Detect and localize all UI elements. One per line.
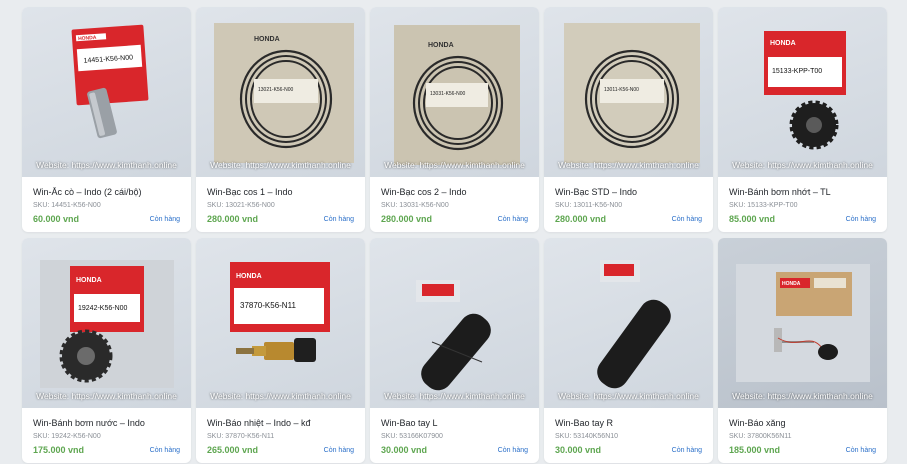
- stock-status: Còn hàng: [323, 447, 354, 454]
- product-card[interactable]: HONDA 15133-KPP-T00 Website: https://www…: [718, 7, 887, 232]
- stock-status: Còn hàng: [845, 216, 876, 223]
- product-sku: SKU: 15133-KPP-T00: [729, 202, 798, 209]
- temperature-sensor-icon: HONDA 37870-K56-N11: [230, 262, 330, 362]
- oil-pump-gear-icon: HONDA 15133-KPP-T00: [764, 31, 846, 150]
- piston-rings-icon: HONDA 13031-K56-N00: [394, 25, 520, 165]
- product-card[interactable]: HONDA 37870-K56-N11 Website: https://www…: [196, 238, 365, 463]
- hand-grip-icon: [416, 280, 491, 391]
- product-sku: SKU: 53140K56N10: [555, 433, 619, 440]
- product-title[interactable]: Win-Bánh bơm nhớt – TL: [729, 187, 876, 197]
- product-card[interactable]: HONDA 19242-K56-N00 Website: https://www…: [22, 238, 191, 463]
- part-label: 15133-KPP-T00: [772, 68, 822, 75]
- product-title[interactable]: Win-Bao tay R: [555, 418, 702, 428]
- product-sku: SKU: 53166K07900: [381, 433, 443, 440]
- product-title[interactable]: Win-Ắc cò – Indo (2 cái/bộ): [33, 187, 180, 197]
- product-sku: SKU: 13031-K56-N00: [381, 202, 449, 209]
- product-card[interactable]: HONDA Website: https://www.kimthanh.onli…: [718, 238, 887, 463]
- product-card[interactable]: 13011-K56-N00 Website: https://www.kimth…: [544, 7, 713, 232]
- stock-status: Còn hàng: [149, 216, 180, 223]
- product-image[interactable]: HONDA 19242-K56-N00 Website: https://www…: [22, 238, 191, 408]
- product-title[interactable]: Win-Bạc cos 2 – Indo: [381, 187, 528, 197]
- product-grid: 14451-K56-N00 HONDA Website: https://www…: [22, 7, 887, 463]
- product-title[interactable]: Win-Bạc STD – Indo: [555, 187, 702, 197]
- stock-status: Còn hàng: [149, 447, 180, 454]
- product-title[interactable]: Win-Báo nhiệt – Indo – kđ: [207, 418, 354, 428]
- stock-status: Còn hàng: [497, 447, 528, 454]
- brand-label: HONDA: [236, 273, 262, 280]
- product-sku: SKU: 13021-K56-N00: [207, 202, 275, 209]
- product-card[interactable]: 14451-K56-N00 HONDA Website: https://www…: [22, 7, 191, 232]
- piston-rings-icon: HONDA 13021-K56-N00: [214, 23, 354, 163]
- product-image[interactable]: HONDA 15133-KPP-T00 Website: https://www…: [718, 7, 887, 177]
- fuel-sender-icon: HONDA: [736, 264, 870, 382]
- rocker-shaft-icon: 14451-K56-N00 HONDA: [71, 24, 149, 139]
- product-card[interactable]: Website: https://www.kimthanh.online Win…: [544, 238, 713, 463]
- product-image[interactable]: 13011-K56-N00 Website: https://www.kimth…: [544, 7, 713, 177]
- watermark-text: Website: https://www.kimthanh.online: [384, 160, 525, 170]
- product-sku: SKU: 19242-K56-N00: [33, 433, 101, 440]
- brand-label: HONDA: [770, 40, 796, 47]
- brand-label: HONDA: [428, 42, 454, 49]
- watermark-text: Website: https://www.kimthanh.online: [384, 391, 525, 401]
- product-sku: SKU: 37870-K56-N11: [207, 433, 275, 440]
- watermark-text: Website: https://www.kimthanh.online: [732, 160, 873, 170]
- product-title[interactable]: Win-Bánh bơm nước – Indo: [33, 418, 180, 428]
- part-label: 37870-K56-N11: [240, 301, 296, 310]
- product-image[interactable]: HONDA Website: https://www.kimthanh.onli…: [718, 238, 887, 408]
- brand-label: HONDA: [782, 281, 801, 287]
- product-card[interactable]: Website: https://www.kimthanh.online Win…: [370, 238, 539, 463]
- product-image[interactable]: 14451-K56-N00 HONDA Website: https://www…: [22, 7, 191, 177]
- part-label: 13011-K56-N00: [604, 87, 639, 93]
- watermark-text: Website: https://www.kimthanh.online: [732, 391, 873, 401]
- product-sku: SKU: 37800K56N11: [729, 433, 792, 440]
- stock-status: Còn hàng: [671, 216, 702, 223]
- part-label: 13031-K56-N00: [430, 91, 466, 97]
- piston-rings-icon: 13011-K56-N00: [564, 23, 700, 163]
- product-card[interactable]: HONDA 13031-K56-N00 Website: https://www…: [370, 7, 539, 232]
- watermark-text: Website: https://www.kimthanh.online: [36, 160, 177, 170]
- product-image[interactable]: HONDA 13021-K56-N00 Website: https://www…: [196, 7, 365, 177]
- product-image[interactable]: HONDA 13031-K56-N00 Website: https://www…: [370, 7, 539, 177]
- brand-label: HONDA: [254, 36, 280, 43]
- product-image[interactable]: HONDA 37870-K56-N11 Website: https://www…: [196, 238, 365, 408]
- product-sku: SKU: 13011-K56-N00: [555, 202, 623, 209]
- watermark-text: Website: https://www.kimthanh.online: [558, 160, 699, 170]
- product-title[interactable]: Win-Bao tay L: [381, 418, 528, 428]
- product-image[interactable]: Website: https://www.kimthanh.online: [370, 238, 539, 408]
- watermark-text: Website: https://www.kimthanh.online: [36, 391, 177, 401]
- product-image[interactable]: Website: https://www.kimthanh.online: [544, 238, 713, 408]
- watermark-text: Website: https://www.kimthanh.online: [558, 391, 699, 401]
- product-sku: SKU: 14451-K56-N00: [33, 202, 101, 209]
- stock-status: Còn hàng: [671, 447, 702, 454]
- watermark-text: Website: https://www.kimthanh.online: [210, 160, 351, 170]
- product-title[interactable]: Win-Báo xăng: [729, 418, 876, 428]
- product-card[interactable]: HONDA 13021-K56-N00 Website: https://www…: [196, 7, 365, 232]
- product-title[interactable]: Win-Bạc cos 1 – Indo: [207, 187, 354, 197]
- brand-label: HONDA: [76, 277, 102, 284]
- water-pump-gear-icon: HONDA 19242-K56-N00: [40, 260, 174, 388]
- watermark-text: Website: https://www.kimthanh.online: [210, 391, 351, 401]
- stock-status: Còn hàng: [497, 216, 528, 223]
- part-label: 19242-K56-N00: [78, 305, 128, 312]
- stock-status: Còn hàng: [845, 447, 876, 454]
- hand-grip-icon: [597, 260, 671, 389]
- part-label: 13021-K56-N00: [258, 87, 294, 93]
- stock-status: Còn hàng: [323, 216, 354, 223]
